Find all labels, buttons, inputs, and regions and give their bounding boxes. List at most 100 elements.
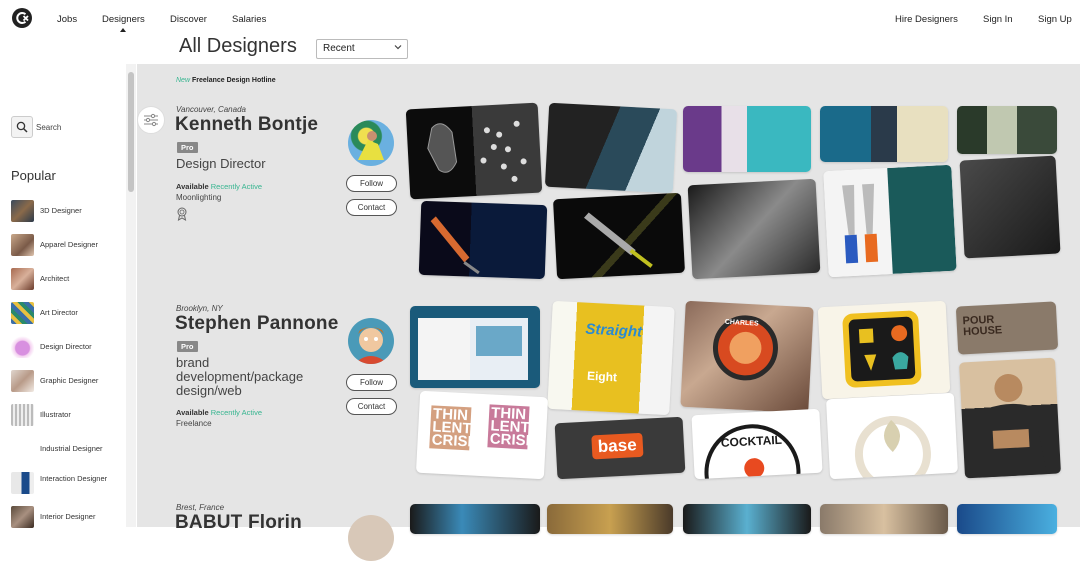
portfolio-image[interactable] — [544, 102, 678, 194]
designer-name[interactable]: Kenneth Bontje — [175, 114, 318, 136]
active-indicator — [120, 28, 126, 32]
pour-house-label: POUR HOUSE — [962, 313, 1003, 339]
portfolio-image[interactable] — [820, 106, 948, 162]
title-line: brand — [176, 355, 210, 370]
designer-location: Brest, France — [176, 503, 225, 512]
portfolio-image[interactable]: THIN LENTIL CRISPS THIN LENTIL CRISPS — [415, 390, 549, 480]
filter-button[interactable] — [137, 106, 165, 134]
designer-title: Design Director — [176, 156, 266, 171]
search-icon — [16, 121, 28, 133]
work-status: Moonlighting — [176, 193, 222, 202]
portfolio-image[interactable] — [820, 504, 948, 534]
nav-discover[interactable]: Discover — [170, 14, 207, 25]
category-thumbnail — [11, 200, 34, 222]
portfolio-image[interactable] — [687, 178, 821, 280]
category-thumbnail — [11, 336, 34, 358]
portfolio-image[interactable] — [547, 504, 673, 534]
portfolio-image[interactable] — [959, 357, 1061, 479]
eight-label: Eight — [586, 368, 618, 385]
title-line: development/package — [176, 369, 304, 384]
chevron-down-icon — [394, 43, 402, 53]
recently-active-label: Recently Active — [210, 182, 263, 191]
freelance-hotline-link[interactable]: New Freelance Design Hotline — [176, 77, 276, 84]
logo-icon[interactable] — [11, 7, 33, 29]
portfolio-image[interactable] — [405, 102, 543, 200]
category-label: Interaction Designer — [40, 474, 108, 483]
designer-location: Brooklyn, NY — [176, 304, 223, 313]
contact-button[interactable]: Contact — [346, 398, 397, 415]
top-navigation: Jobs Designers Discover Salaries Hire De… — [0, 0, 1080, 36]
portfolio-image[interactable] — [957, 504, 1057, 534]
portfolio-image[interactable]: CHARLES — [680, 300, 814, 414]
category-label: 3D Designer — [40, 206, 82, 215]
category-label: Design Director — [40, 342, 92, 351]
base-label: base — [591, 432, 644, 460]
available-label: Available — [176, 182, 209, 191]
avatar[interactable] — [348, 515, 394, 561]
search-button[interactable] — [11, 116, 33, 138]
portfolio-image[interactable]: base — [554, 416, 686, 480]
availability: Available Recently Active — [176, 408, 262, 417]
category-thumbnail — [11, 234, 34, 256]
nav-designers[interactable]: Designers — [102, 14, 145, 25]
hire-designers-link[interactable]: Hire Designers — [895, 14, 958, 25]
category-label: Art Director — [40, 308, 78, 317]
follow-button[interactable]: Follow — [346, 374, 397, 391]
sign-up-link[interactable]: Sign Up — [1038, 14, 1072, 25]
search-label[interactable]: Search — [36, 123, 61, 132]
hotline-text: Freelance Design Hotline — [191, 77, 276, 84]
category-thumbnail — [11, 268, 34, 290]
category-label: Graphic Designer — [40, 376, 99, 385]
sidebar-scrollbar-thumb[interactable] — [128, 72, 134, 192]
portfolio-image[interactable] — [410, 504, 540, 534]
portfolio-image[interactable]: Straight Eight — [547, 300, 675, 416]
avatar[interactable] — [348, 120, 394, 166]
contact-button[interactable]: Contact — [346, 199, 397, 216]
portfolio-image[interactable] — [683, 504, 811, 534]
sort-value: Recent — [323, 43, 355, 54]
work-status: Freelance — [176, 419, 212, 428]
category-thumbnail — [11, 472, 34, 494]
portfolio-image[interactable] — [418, 200, 548, 280]
portfolio-image[interactable] — [959, 155, 1061, 259]
portfolio-image[interactable] — [552, 192, 686, 280]
designer-name[interactable]: BABUT Florin — [175, 512, 302, 534]
pro-badge: Pro — [177, 341, 198, 352]
portfolio-image[interactable] — [683, 106, 811, 172]
category-thumbnail — [11, 438, 34, 460]
available-label: Available — [176, 408, 209, 417]
sign-in-link[interactable]: Sign In — [983, 14, 1013, 25]
pro-badge: Pro — [177, 142, 198, 153]
designer-location: Vancouver, Canada — [176, 105, 246, 114]
portfolio-image[interactable]: POUR HOUSE — [955, 301, 1059, 355]
availability: Available Recently Active — [176, 182, 262, 191]
category-label: Industrial Designer — [40, 444, 103, 453]
category-thumbnail — [11, 302, 34, 324]
portfolio-image[interactable] — [825, 392, 959, 480]
portfolio-image[interactable] — [817, 300, 951, 400]
category-label: Interior Designer — [40, 512, 96, 521]
category-thumbnail — [11, 404, 34, 426]
sliders-icon — [144, 113, 158, 127]
nav-jobs[interactable]: Jobs — [57, 14, 77, 25]
thin-lentil-crisps-label: THIN LENTIL CRISPS — [429, 405, 488, 452]
portfolio-image[interactable]: COCKTAIL — [691, 408, 823, 480]
portfolio-image[interactable] — [410, 306, 540, 388]
category-thumbnail — [11, 370, 34, 392]
title-line: design/web — [176, 383, 242, 398]
designer-title: brand development/package design/web — [176, 356, 303, 398]
avatar[interactable] — [348, 318, 394, 364]
category-thumbnail — [11, 506, 34, 528]
nav-salaries[interactable]: Salaries — [232, 14, 266, 25]
designer-name[interactable]: Stephen Pannone — [175, 313, 338, 335]
follow-button[interactable]: Follow — [346, 175, 397, 192]
new-label: New — [176, 77, 191, 84]
popular-heading: Popular — [11, 168, 56, 183]
portfolio-image[interactable] — [957, 106, 1057, 154]
portfolio-image[interactable] — [823, 164, 957, 278]
sort-select[interactable]: Recent — [316, 39, 408, 59]
thin-lentil-crisps-label: THIN LENTIL CRISPS — [487, 404, 547, 451]
page-title: All Designers — [179, 35, 297, 57]
straight-label: Straight — [585, 320, 643, 341]
award-icon — [176, 207, 188, 221]
